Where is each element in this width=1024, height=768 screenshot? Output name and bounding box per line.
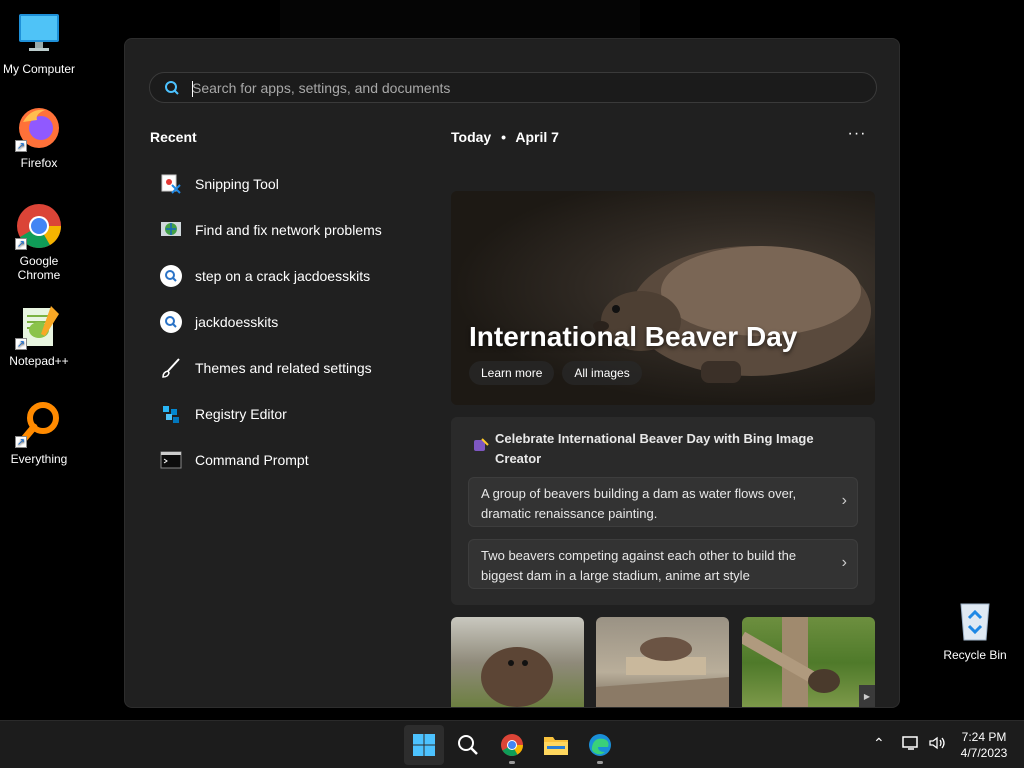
recent-item-registry-editor[interactable]: Registry Editor [159,391,419,437]
recent-item-label: Command Prompt [195,452,309,468]
image-thumbnails [451,617,875,707]
taskbar-search-button[interactable] [448,725,488,765]
taskbar-clock[interactable]: 7:24 PM 4/7/2023 [948,729,1020,761]
recent-item-search-step-on-a-crack[interactable]: step on a crack jacdoesskits [159,253,419,299]
all-images-button[interactable]: All images [562,361,642,385]
bing-prompt-2[interactable]: Two beavers competing against each other… [468,539,858,589]
start-menu: Recent Snipping Tool Find and fix networ… [124,38,900,708]
snipping-tool-icon [159,172,183,196]
chevron-right-icon: › [841,492,847,509]
recent-item-search-jackdoesskits[interactable]: jackdoesskits [159,299,419,345]
wallpaper-redacted-text [280,0,640,40]
recent-item-network-troubleshooter[interactable]: Find and fix network problems [159,207,419,253]
recent-item-label: Find and fix network problems [195,222,382,238]
prompt-text: Two beavers competing against each other… [481,548,797,583]
command-prompt-icon [159,448,183,472]
shortcut-arrow-icon: ↗ [15,238,27,250]
thumbnail-beaver-grass[interactable] [451,617,584,707]
clock-time: 7:24 PM [961,730,1007,744]
desktop-icon-recycle-bin[interactable]: Recycle Bin [937,596,1013,662]
running-indicator [597,761,603,764]
bing-prompt-1[interactable]: A group of beavers building a dam as wat… [468,477,858,527]
computer-icon [15,10,63,58]
hero-title: International Beaver Day [469,321,798,352]
scroll-right-button[interactable]: ▶ [859,685,875,707]
recent-item-snipping-tool[interactable]: Snipping Tool [159,161,419,207]
desktop-icon-label: Recycle Bin [943,648,1007,662]
recent-heading: Recent [150,129,197,145]
search-history-icon [159,310,183,334]
shortcut-arrow-icon: ↗ [15,338,27,350]
recent-item-label: step on a crack jacdoesskits [195,268,371,284]
thumbnail-beaver-tree[interactable] [742,617,875,707]
learn-more-button[interactable]: Learn more [469,361,555,385]
hero-buttons: Learn more All images [469,361,642,385]
today-separator: • [501,129,506,145]
recent-item-label: Registry Editor [195,406,287,422]
desktop-icon-label: Everything [10,452,68,466]
search-history-icon [159,264,183,288]
start-button[interactable] [404,725,444,765]
registry-editor-icon [159,402,183,426]
volume-icon[interactable] [928,735,946,754]
desktop-icon-firefox[interactable]: ↗ Firefox [1,104,77,170]
start-search-box[interactable] [149,72,877,103]
network-troubleshooter-icon [159,218,183,242]
desktop-icon-label: Google Chrome [17,254,61,282]
shortcut-arrow-icon: ↗ [15,140,27,152]
recent-item-label: Snipping Tool [195,176,279,192]
recent-item-themes-settings[interactable]: Themes and related settings [159,345,419,391]
recent-list: Snipping Tool Find and fix network probl… [159,161,419,483]
recent-item-label: jackdoesskits [195,314,279,330]
today-header: Today • April 7 [451,129,559,145]
bing-card-title: Celebrate International Beaver Day with … [495,431,814,466]
recent-item-command-prompt[interactable]: Command Prompt [159,437,419,483]
more-options-button[interactable]: ··· [845,125,869,145]
thumbnail-beaver-dam[interactable] [596,617,729,707]
taskbar: ⌃ 7:24 PM 4/7/2023 [0,720,1024,768]
file-explorer-icon [544,737,568,755]
taskbar-edge-button[interactable] [580,725,620,765]
brush-icon [159,356,183,380]
running-indicator [509,761,515,764]
recycle-bin-icon [951,596,999,644]
prompt-text: A group of beavers building a dam as wat… [481,486,797,521]
network-icon[interactable] [902,735,920,754]
chrome-icon: ↗ [15,202,63,250]
recent-item-label: Themes and related settings [195,360,372,376]
tray-chevron-up-icon[interactable]: ⌃ [873,735,885,752]
windows-start-icon [413,734,435,756]
notepadpp-icon: ↗ [15,302,63,350]
today-date: April 7 [515,129,559,145]
today-label: Today [451,129,492,145]
desktop-icon-google-chrome[interactable]: ↗ Google Chrome [1,202,77,282]
desktop-icon-label: Notepad++ [9,354,69,368]
search-icon [165,81,179,95]
text-caret [192,81,193,97]
chrome-icon [501,734,523,756]
desktop-icon-label: Firefox [20,156,58,170]
shortcut-arrow-icon: ↗ [15,436,27,448]
desktop-icon-label: My Computer [2,62,76,76]
clock-date: 4/7/2023 [960,746,1008,760]
image-creator-icon [474,438,489,451]
firefox-icon: ↗ [15,104,63,152]
taskbar-file-explorer-button[interactable] [536,725,576,765]
search-icon [458,735,478,755]
everything-icon: ↗ [15,400,63,448]
desktop-icon-everything[interactable]: ↗ Everything [1,400,77,466]
start-search-input[interactable] [192,78,852,98]
edge-icon [589,734,611,756]
chevron-right-icon: › [841,554,847,571]
taskbar-chrome-button[interactable] [492,725,532,765]
hero-card-beaver-day[interactable]: International Beaver Day Learn more All … [451,191,875,405]
desktop-icon-notepadpp[interactable]: ↗ Notepad++ [1,302,77,368]
desktop-icon-my-computer[interactable]: My Computer [1,10,77,76]
bing-image-creator-card: Celebrate International Beaver Day with … [451,417,875,605]
